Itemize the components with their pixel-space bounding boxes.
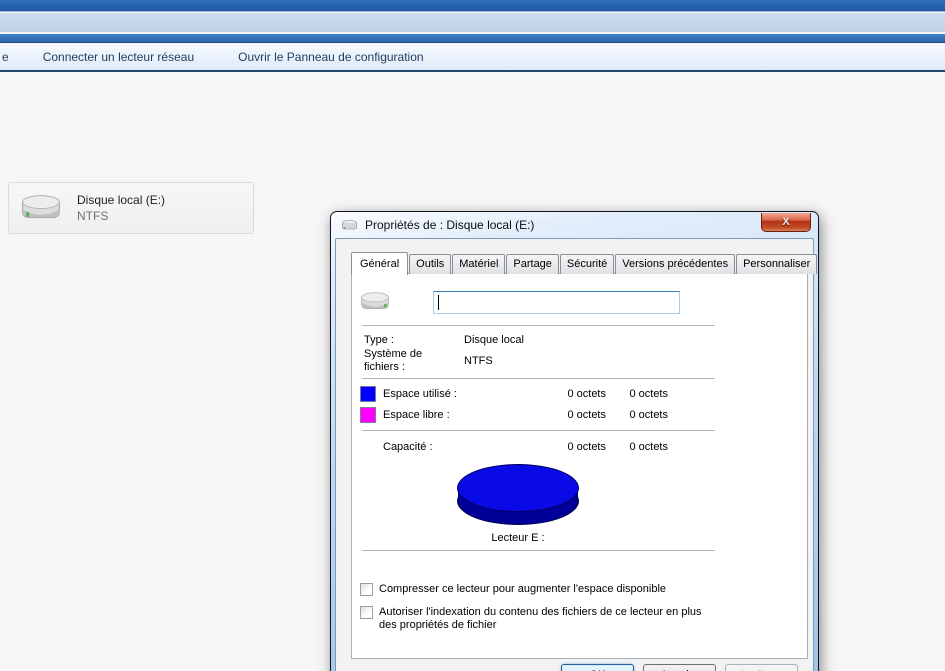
ok-button[interactable]: OK (561, 664, 634, 671)
tab-general[interactable]: Général (351, 252, 409, 275)
allow-indexing-checkbox[interactable] (360, 606, 373, 619)
separator (362, 430, 715, 431)
volume-label-input[interactable] (433, 291, 680, 314)
toolbar-item-partial[interactable]: e (0, 50, 21, 64)
filesystem-label: Système de fichiers : (364, 348, 423, 373)
free-space-swatch (360, 407, 376, 423)
allow-indexing-label: Autoriser l'indexation du contenu des fi… (379, 606, 702, 631)
text-caret (438, 295, 439, 310)
capacity-bytes: 0 octets (567, 441, 606, 453)
free-space-size: 0 octets (629, 409, 668, 421)
explorer-toolbar: e Connecter un lecteur réseau Ouvrir le … (0, 44, 945, 72)
tab-outils[interactable]: Outils (409, 254, 452, 274)
separator (362, 550, 715, 551)
drive-tile-title: Disque local (E:) (77, 193, 166, 207)
apply-button[interactable]: Appliquer (725, 664, 798, 671)
hard-drive-icon (19, 192, 63, 225)
toolbar-item-map-network-drive[interactable]: Connecter un lecteur réseau (21, 50, 216, 64)
tab-partage[interactable]: Partage (506, 254, 559, 274)
capacity-label: Capacité : (383, 441, 433, 453)
close-button[interactable]: X (761, 213, 811, 232)
dialog-body: Général Outils Matériel Partage Sécurité… (335, 238, 818, 671)
dialog-footer: OK Annuler Appliquer (561, 664, 798, 671)
tab-personnaliser[interactable]: Personnaliser (736, 254, 818, 274)
type-label: Type : (364, 334, 394, 346)
used-space-bytes: 0 octets (567, 388, 606, 400)
dialog-title: Propriétés de : Disque local (E:) (365, 218, 535, 232)
cancel-button[interactable]: Annuler (643, 664, 716, 671)
decorative-blue-band (0, 34, 945, 43)
capacity-size: 0 octets (629, 441, 668, 453)
window-title-band (0, 0, 945, 12)
used-space-size: 0 octets (629, 388, 668, 400)
disk-usage-pie-chart (457, 464, 579, 526)
properties-dialog: Propriétés de : Disque local (E:) X Géné… (330, 211, 819, 671)
used-space-swatch (360, 386, 376, 402)
compress-drive-checkbox[interactable] (360, 583, 373, 596)
close-icon: X (782, 216, 790, 228)
explorer-content-area: Disque local (E:) NTFS Propriétés de : D… (0, 74, 945, 671)
tab-securite[interactable]: Sécurité (559, 254, 615, 274)
separator (362, 325, 715, 326)
drive-tile-local-disk-e[interactable]: Disque local (E:) NTFS (8, 182, 254, 234)
drive-tile-filesystem: NTFS (77, 209, 109, 223)
dialog-drive-icon (341, 219, 358, 232)
dialog-titlebar[interactable]: Propriétés de : Disque local (E:) (331, 212, 818, 238)
free-space-label: Espace libre : (383, 409, 450, 421)
used-space-label: Espace utilisé : (383, 388, 457, 400)
tab-page-general: Type : Disque local Système de fichiers … (351, 273, 808, 659)
tab-strip: Général Outils Matériel Partage Sécurité… (351, 252, 818, 275)
compress-drive-label: Compresser ce lecteur pour augmenter l'e… (379, 583, 667, 595)
separator (362, 378, 715, 379)
pie-chart-label: Lecteur E : (491, 532, 545, 544)
free-space-bytes: 0 octets (567, 409, 606, 421)
tab-materiel[interactable]: Matériel (452, 254, 506, 274)
toolbar-item-open-control-panel[interactable]: Ouvrir le Panneau de configuration (216, 50, 445, 64)
type-value: Disque local (464, 334, 524, 346)
volume-drive-icon (359, 290, 391, 314)
tab-versions-precedentes[interactable]: Versions précédentes (615, 254, 736, 274)
filesystem-value: NTFS (464, 355, 493, 367)
pie-top-ellipse (457, 464, 579, 512)
address-bar-band (0, 13, 945, 33)
